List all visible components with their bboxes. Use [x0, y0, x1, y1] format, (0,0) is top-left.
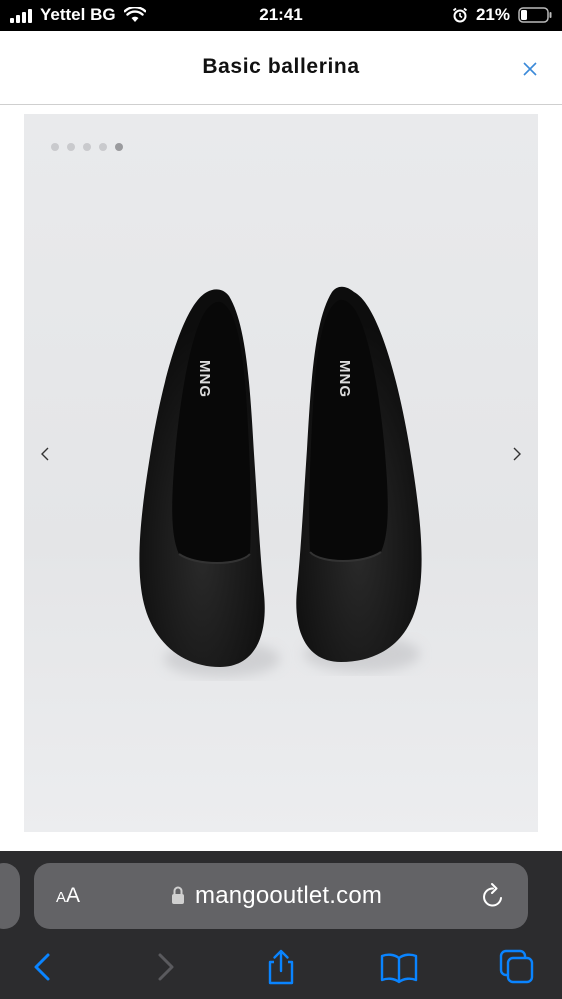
text-size-button[interactable]: AA — [56, 884, 80, 908]
pagination-dot[interactable] — [83, 143, 91, 151]
reload-icon[interactable] — [480, 882, 506, 910]
browser-toolbar — [0, 943, 562, 993]
pagination-dot[interactable] — [67, 143, 75, 151]
image-pagination — [51, 143, 123, 151]
product-header: Basic ballerina — [0, 31, 562, 105]
browser-chrome: AA mangooutlet.com — [0, 851, 562, 999]
product-image: MNG MNG — [139, 286, 422, 677]
battery-percent: 21% — [475, 5, 510, 24]
share-icon[interactable] — [261, 947, 301, 987]
address-bar[interactable]: AA mangooutlet.com — [34, 863, 528, 929]
tabs-icon[interactable] — [497, 947, 537, 987]
chevron-left-icon[interactable] — [30, 439, 60, 469]
pagination-dot[interactable] — [51, 143, 59, 151]
insole-logo-left: MNG — [196, 360, 213, 398]
left-shoe: MNG — [139, 289, 265, 667]
page-title: Basic ballerina — [202, 55, 360, 78]
pagination-dot-active[interactable] — [115, 143, 123, 151]
previous-tab-edge[interactable] — [0, 863, 20, 929]
chevron-right-icon[interactable] — [502, 439, 532, 469]
product-image-gallery[interactable]: MNG MNG — [24, 114, 538, 832]
url-text[interactable]: mangooutlet.com — [195, 882, 382, 910]
status-bar: Yettel BG 21:41 21% — [0, 0, 562, 31]
close-icon[interactable] — [518, 57, 542, 81]
right-shoe: MNG — [296, 286, 422, 662]
bookmarks-icon[interactable] — [379, 947, 419, 987]
alarm-icon — [452, 7, 468, 23]
back-arrow-icon[interactable] — [24, 947, 64, 987]
status-right: 21% — [452, 5, 552, 25]
pagination-dot[interactable] — [99, 143, 107, 151]
insole-logo-right: MNG — [336, 360, 353, 398]
lock-icon — [172, 886, 184, 904]
battery-icon — [518, 7, 552, 23]
forward-arrow-icon[interactable] — [144, 947, 184, 987]
